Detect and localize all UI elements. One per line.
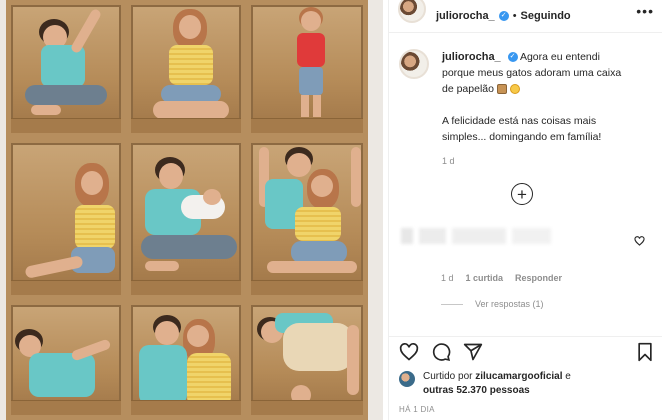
box-man-lying <box>6 300 126 420</box>
liker-avatar[interactable] <box>399 371 415 387</box>
smiling-face-emoji-icon <box>509 84 520 95</box>
likes-summary: Curtido por zilucamargooficial e outras … <box>399 370 571 398</box>
verified-badge-icon: ✓ <box>498 11 509 21</box>
liked-by-user[interactable]: zilucamargooficial <box>475 371 562 382</box>
likes-text: Curtido por zilucamargooficial e outras … <box>423 370 571 398</box>
post-timestamp[interactable]: HÁ 1 DIA <box>399 405 435 414</box>
post-caption: juliorocha_ ✓ Agora eu entendi porque me… <box>389 33 662 169</box>
comment-meta: 1 d 1 curtida Responder <box>441 273 562 283</box>
box-woman-sitting <box>126 0 246 138</box>
cardboard-box-grid <box>6 0 368 420</box>
caption-author-avatar[interactable] <box>399 49 429 79</box>
view-replies[interactable]: Ver respostas (1) <box>441 299 544 309</box>
comment-bubble-icon[interactable] <box>431 342 451 362</box>
cardboard-box-emoji-icon <box>496 84 507 95</box>
verified-badge-icon: ✓ <box>507 52 518 63</box>
post-actions-bar <box>397 342 654 364</box>
following-button[interactable]: Seguindo <box>521 10 571 22</box>
comment-reply-button[interactable]: Responder <box>515 273 562 283</box>
separator-dot: • <box>512 10 517 22</box>
box-man-sitting <box>6 0 126 138</box>
box-woman-leaning <box>6 138 126 300</box>
liked-by-connector: e <box>565 371 571 382</box>
caption-text: juliorocha_ ✓ Agora eu entendi porque me… <box>442 49 632 169</box>
replies-divider-line <box>441 303 463 305</box>
caption-line-2: A felicidade está nas coisas mais simple… <box>442 115 602 143</box>
load-more-comments-button[interactable]: + <box>511 183 533 205</box>
box-couple-arms-up <box>246 138 368 300</box>
liked-by-others[interactable]: outras 52.370 pessoas <box>423 385 530 396</box>
more-options-icon[interactable]: ••• <box>636 3 654 19</box>
box-man-with-baby <box>126 138 246 300</box>
caption-age[interactable]: 1 d <box>442 153 632 169</box>
blurred-comment-text <box>401 228 551 244</box>
author-username[interactable]: juliorocha_ <box>436 10 495 22</box>
heart-icon[interactable] <box>399 342 419 362</box>
caption-username[interactable]: juliorocha_ <box>442 51 501 63</box>
liked-by-prefix: Curtido por <box>423 371 473 382</box>
box-couple-hugging <box>126 300 246 420</box>
post-photo[interactable] <box>0 0 383 420</box>
box-man-upside-down <box>246 300 368 420</box>
post-side-panel: juliorocha_ ✓ • Seguindo ••• juliorocha_… <box>388 0 662 420</box>
comment-likes-count[interactable]: 1 curtida <box>466 273 504 283</box>
comment-item <box>399 228 655 246</box>
section-divider <box>389 336 662 337</box>
comment-age: 1 d <box>441 273 454 283</box>
author-avatar[interactable] <box>398 0 426 23</box>
bookmark-icon[interactable] <box>636 342 654 362</box>
plus-circle-icon: + <box>517 184 527 204</box>
post-header: juliorocha_ ✓ • Seguindo ••• <box>389 0 662 33</box>
box-child-standing <box>246 0 368 138</box>
comment-heart-icon[interactable] <box>634 236 645 246</box>
view-replies-label[interactable]: Ver respostas (1) <box>475 299 544 309</box>
paper-plane-icon[interactable] <box>463 342 483 362</box>
